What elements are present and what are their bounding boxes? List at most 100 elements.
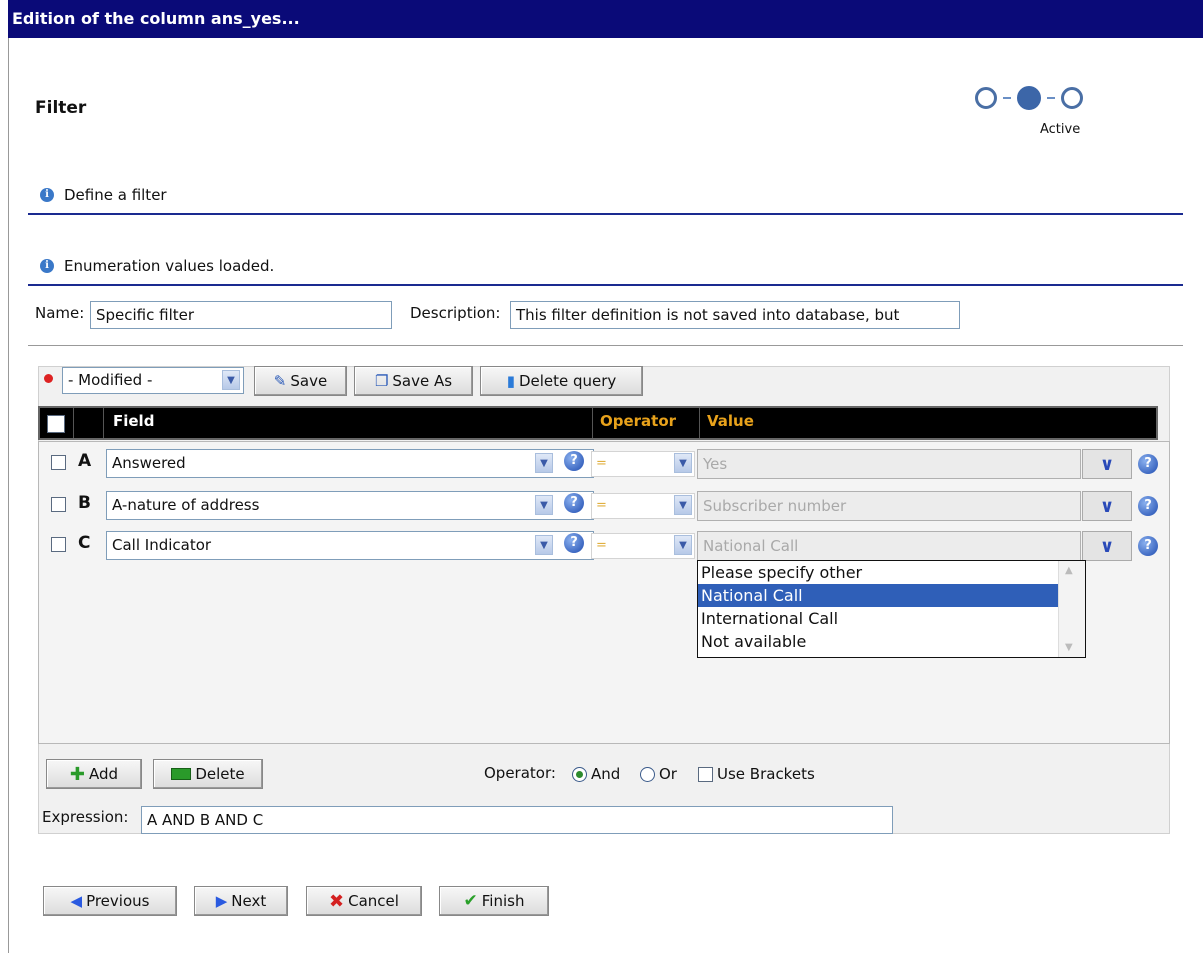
previous-button[interactable]: ◀ Previous — [43, 886, 177, 916]
plus-icon: ✚ — [69, 763, 86, 785]
dropdown-scrollbar[interactable]: ▲ ▼ — [1058, 561, 1085, 657]
description-label: Description: — [410, 304, 501, 322]
info-define: i Define a filter — [40, 186, 167, 204]
divider — [28, 284, 1183, 286]
table-header — [38, 406, 1158, 440]
chevron-down-icon[interactable]: ▼ — [674, 453, 692, 473]
operator-value: = — [596, 538, 607, 553]
radio-and-label: And — [591, 765, 621, 783]
save-as-label: Save As — [392, 372, 453, 390]
row-checkbox[interactable] — [51, 497, 66, 512]
divider — [28, 213, 1183, 215]
expression-input[interactable]: A AND B AND C — [141, 806, 893, 834]
arrow-left-icon: ◀ — [70, 892, 83, 910]
row-checkbox[interactable] — [51, 537, 66, 552]
chevron-down-icon: ∨ — [1099, 495, 1115, 517]
delete-button[interactable]: Delete — [153, 759, 263, 789]
cancel-label: Cancel — [348, 892, 399, 910]
field-select[interactable]: A-nature of address — [106, 491, 594, 520]
edit-icon: ✎ — [273, 372, 287, 390]
step-3-icon — [1061, 87, 1083, 109]
chevron-down-icon[interactable]: ▼ — [674, 495, 692, 515]
radio-or-input[interactable] — [640, 766, 655, 782]
value-picker-button[interactable]: ∨ — [1082, 449, 1132, 479]
radio-and-input[interactable] — [572, 766, 587, 782]
use-brackets[interactable]: Use Brackets — [698, 765, 815, 783]
select-all-checkbox[interactable] — [47, 415, 65, 433]
step-2-active-icon — [1017, 86, 1041, 110]
operator-value: = — [596, 456, 607, 471]
field-select-value: Call Indicator — [112, 536, 212, 554]
help-icon[interactable]: ? — [564, 451, 584, 471]
value-input[interactable]: Yes — [697, 449, 1081, 479]
row-letter: A — [78, 451, 92, 471]
help-icon[interactable]: ? — [1138, 496, 1158, 516]
chevron-down-icon[interactable]: ▼ — [222, 370, 240, 390]
save-as-button[interactable]: ❐ Save As — [354, 366, 473, 396]
use-brackets-checkbox[interactable] — [698, 766, 713, 782]
col-divider — [73, 408, 74, 438]
use-brackets-label: Use Brackets — [717, 765, 815, 783]
info-icon: i — [40, 259, 54, 273]
row-letter: B — [78, 493, 91, 513]
col-divider — [592, 408, 593, 438]
left-border — [8, 38, 9, 953]
save-label: Save — [290, 372, 328, 390]
value-picker-button[interactable]: ∨ — [1082, 491, 1132, 521]
next-label: Next — [231, 892, 267, 910]
step-connector — [1003, 97, 1011, 99]
field-select[interactable]: Call Indicator — [106, 531, 594, 560]
value-input[interactable]: National Call — [697, 531, 1081, 561]
modified-indicator-icon — [44, 374, 53, 383]
operator-value: = — [596, 498, 607, 513]
operator-label: Operator: — [484, 764, 556, 782]
field-select[interactable]: Answered — [106, 449, 594, 478]
help-icon[interactable]: ? — [1138, 454, 1158, 474]
chevron-down-icon[interactable]: ▼ — [674, 535, 692, 555]
dropdown-option[interactable]: Please specify other — [698, 561, 1085, 584]
value-picker-button[interactable]: ∨ — [1082, 531, 1132, 561]
close-icon: ✖ — [329, 890, 345, 912]
arrow-right-icon: ▶ — [215, 892, 228, 910]
value-text: Yes — [703, 455, 728, 473]
trash-icon: ▮ — [506, 372, 515, 390]
scroll-down-icon[interactable]: ▼ — [1065, 642, 1073, 653]
value-dropdown-list: Please specify other National Call Inter… — [697, 560, 1086, 658]
radio-or[interactable]: Or — [640, 765, 677, 783]
info-define-text: Define a filter — [64, 186, 167, 204]
delete-query-button[interactable]: ▮ Delete query — [480, 366, 643, 396]
scroll-up-icon[interactable]: ▲ — [1065, 565, 1073, 576]
finish-label: Finish — [481, 892, 525, 910]
chevron-down-icon: ∨ — [1099, 535, 1115, 557]
value-input[interactable]: Subscriber number — [697, 491, 1081, 521]
save-button[interactable]: ✎ Save — [254, 366, 347, 396]
step-connector — [1047, 97, 1055, 99]
name-label: Name: — [35, 304, 85, 322]
header-operator: Operator — [600, 412, 677, 430]
add-button[interactable]: ✚ Add — [46, 759, 142, 789]
header-value: Value — [707, 412, 754, 430]
copy-icon: ❐ — [374, 372, 389, 390]
radio-or-label: Or — [659, 765, 677, 783]
help-icon[interactable]: ? — [564, 493, 584, 513]
table-row: B A-nature of address ▼ ? = ▼ Subscriber… — [38, 490, 1170, 521]
row-checkbox[interactable] — [51, 455, 66, 470]
dropdown-option-selected[interactable]: National Call — [698, 584, 1085, 607]
field-select-value: A-nature of address — [112, 496, 260, 514]
description-input[interactable]: This filter definition is not saved into… — [510, 301, 960, 329]
next-button[interactable]: ▶ Next — [194, 886, 288, 916]
query-select[interactable]: - Modified - — [62, 367, 244, 394]
chevron-down-icon[interactable]: ▼ — [535, 535, 553, 555]
chevron-down-icon[interactable]: ▼ — [535, 453, 553, 473]
finish-button[interactable]: ✔ Finish — [439, 886, 549, 916]
add-label: Add — [89, 765, 119, 783]
value-text: National Call — [703, 537, 799, 555]
help-icon[interactable]: ? — [1138, 536, 1158, 556]
name-input[interactable]: Specific filter — [90, 301, 392, 329]
cancel-button[interactable]: ✖ Cancel — [306, 886, 422, 916]
dropdown-option[interactable]: Not available — [698, 630, 1085, 653]
dropdown-option[interactable]: International Call — [698, 607, 1085, 630]
radio-and[interactable]: And — [572, 765, 620, 783]
chevron-down-icon[interactable]: ▼ — [535, 495, 553, 515]
help-icon[interactable]: ? — [564, 533, 584, 553]
